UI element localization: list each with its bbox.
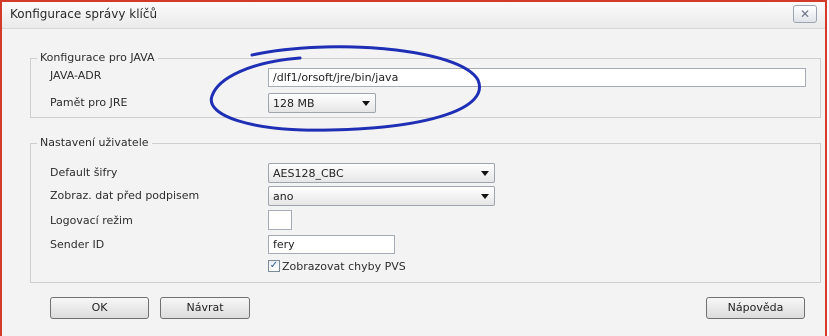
show-errors-label: Zobrazovat chyby PVS [282,260,406,273]
cipher-select-value: AES128_CBC [273,167,344,180]
title-bar: Konfigurace správy klíčů ✕ [2,2,825,29]
chevron-down-icon [481,171,489,176]
display-select-value: ano [273,190,294,203]
chevron-down-icon [362,101,370,106]
sender-id-input[interactable]: fery [268,235,395,254]
java-group-legend: Konfigurace pro JAVA [37,51,158,64]
display-label: Zobraz. dat před podpisem [50,189,200,202]
cipher-select[interactable]: AES128_CBC [268,163,495,183]
java-config-group: Konfigurace pro JAVA [30,51,821,118]
user-group-legend: Nastavení uživatele [37,136,152,149]
ok-button[interactable]: OK [50,297,149,319]
memory-select-value: 128 MB [273,97,315,110]
display-select[interactable]: ano [268,186,495,206]
memory-select[interactable]: 128 MB [268,93,376,113]
help-button[interactable]: Nápověda [706,297,805,319]
show-errors-checkbox[interactable]: ✓ [268,260,280,272]
sender-id-label: Sender ID [50,238,105,251]
close-button[interactable]: ✕ [793,5,817,23]
memory-label: Pamět pro JRE [50,96,128,109]
log-mode-input[interactable] [268,210,292,230]
window-title: Konfigurace správy klíčů [10,7,158,21]
java-adr-label: JAVA-ADR [50,69,102,82]
chevron-down-icon [481,194,489,199]
log-mode-label: Logovací režim [50,214,133,227]
cipher-label: Default šifry [50,166,118,179]
close-icon: ✕ [799,7,811,21]
back-button[interactable]: Návrat [160,297,250,319]
java-adr-input[interactable]: /dlf1/orsoft/jre/bin/java [268,68,806,87]
